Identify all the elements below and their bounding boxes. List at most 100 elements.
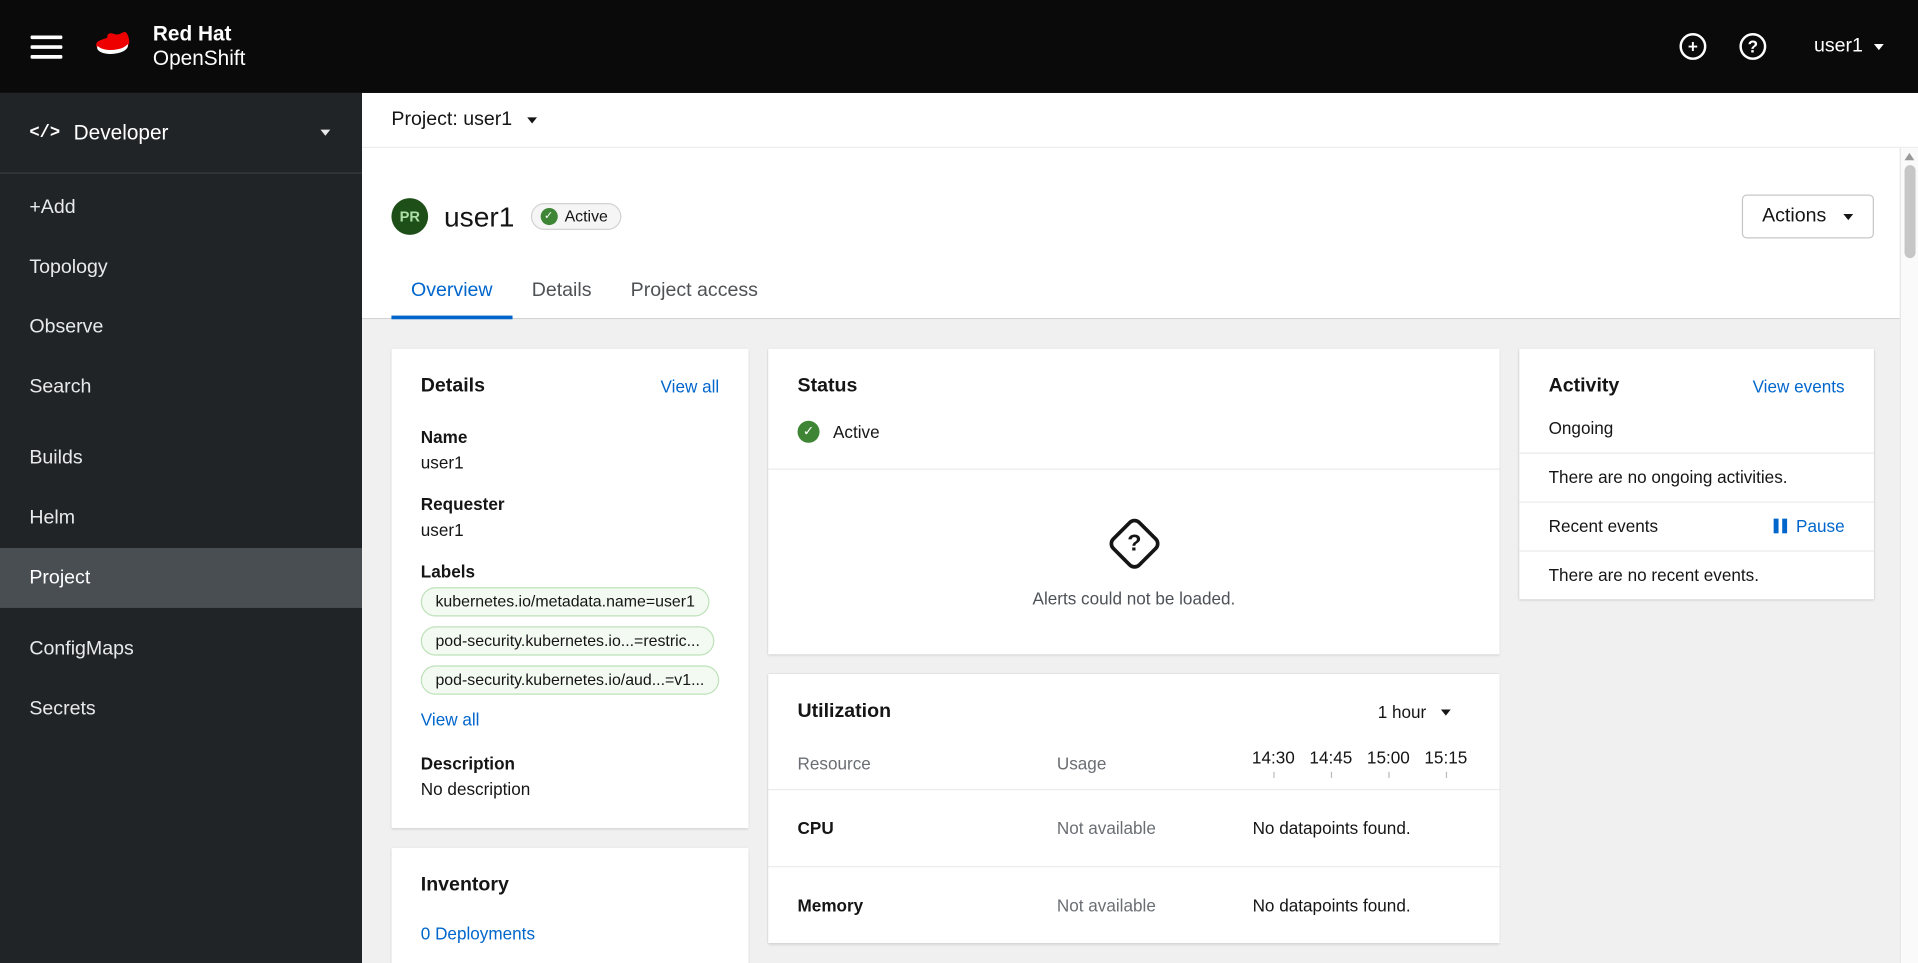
utilization-row-cpu: CPU Not available No datapoints found. (768, 790, 1499, 866)
ongoing-empty-message: There are no ongoing activities. (1548, 467, 1788, 487)
resource-column-header: Resource (797, 752, 871, 773)
status-badge-label: Active (564, 206, 608, 226)
caret-down-icon[interactable] (526, 116, 537, 123)
user-menu[interactable]: user1 (1814, 35, 1884, 57)
tab-label: Project access (630, 280, 758, 301)
masthead-toolbar: + ? user1 (1679, 33, 1884, 60)
main-area: Project: user1 PR user1 ✓ Active Actions (362, 92, 1918, 963)
sidebar-item-search[interactable]: Search (0, 357, 362, 417)
page-header: PR user1 ✓ Active Actions (362, 148, 1918, 239)
left-column: Details View all Name user1 Requester us… (391, 348, 749, 963)
axis-tick (1272, 771, 1274, 778)
label-pill[interactable]: kubernetes.io/metadata.name=user1 (420, 587, 710, 617)
right-column: Activity View events Ongoing There are n… (1519, 348, 1874, 600)
pause-button[interactable]: Pause (1774, 516, 1845, 536)
tab-bar: Overview Details Project access (362, 264, 1918, 320)
nav-toggle-button[interactable] (30, 34, 63, 59)
sidebar-item-label: Search (29, 376, 92, 397)
project-status-row: ✓ Active (768, 398, 1499, 469)
project-resource-badge: PR (391, 198, 429, 235)
masthead: Red Hat OpenShift + ? user1 (0, 0, 1918, 93)
label-pill[interactable]: pod-security.kubernetes.io/aud...=v1... (420, 665, 720, 695)
utilization-card-title: Utilization (797, 700, 892, 722)
tab-overview[interactable]: Overview (391, 264, 512, 320)
sidebar-item-label: +Add (29, 196, 76, 218)
sidebar-item-label: Project (29, 566, 91, 588)
deployments-link[interactable]: 0 Deployments (421, 924, 535, 944)
sidebar-item-configmaps[interactable]: ConfigMaps (0, 619, 362, 679)
sidebar-item-observe[interactable]: Observe (0, 297, 362, 357)
quick-create-button[interactable]: + (1679, 33, 1707, 60)
check-circle-icon: ✓ (540, 207, 558, 225)
perspective-label: Developer (73, 120, 169, 144)
perspective-switcher[interactable]: </> Developer (0, 93, 363, 174)
resource-datapoints: No datapoints found. (1252, 895, 1411, 915)
openshift-console: Red Hat OpenShift + ? user1 </> Develope… (0, 0, 1918, 963)
label-pill[interactable]: pod-security.kubernetes.io...=restric... (420, 626, 715, 656)
resource-usage: Not available (1056, 818, 1156, 838)
details-view-all-link[interactable]: View all (661, 377, 720, 397)
tab-project-access[interactable]: Project access (611, 264, 777, 318)
requester-field: Requester user1 (421, 494, 719, 539)
caret-down-icon (1873, 43, 1884, 50)
scrollbar-thumb[interactable] (1904, 165, 1916, 259)
caret-down-icon (1843, 213, 1854, 220)
hamburger-icon (30, 44, 63, 49)
actions-label: Actions (1762, 205, 1827, 227)
axis-tick (1387, 771, 1389, 778)
alerts-empty-state: ? Alerts could not be loaded. (768, 470, 1499, 655)
scrollbar[interactable] (1899, 148, 1918, 963)
sidebar-item-helm[interactable]: Helm (0, 488, 362, 548)
resource-usage: Not available (1056, 895, 1156, 915)
view-events-link[interactable]: View events (1753, 377, 1845, 397)
sidebar-item-topology[interactable]: Topology (0, 237, 362, 297)
utilization-row-memory: Memory Not available No datapoints found… (768, 867, 1499, 943)
ongoing-section-title: Ongoing (1548, 418, 1614, 438)
sidebar-item-builds[interactable]: Builds (0, 428, 362, 488)
description-field: Description No description (421, 753, 719, 798)
brand-text: Red Hat OpenShift (153, 23, 245, 71)
duration-dropdown[interactable]: 1 hour (1378, 702, 1451, 722)
name-label: Name (420, 426, 468, 447)
resource-name: CPU (797, 818, 834, 838)
caret-down-icon (1440, 708, 1451, 715)
hamburger-icon (30, 54, 63, 59)
tab-details[interactable]: Details (512, 264, 611, 318)
details-card: Details View all Name user1 Requester us… (391, 348, 749, 829)
project-bar: Project: user1 (362, 92, 1918, 147)
activity-card: Activity View events Ongoing There are n… (1519, 348, 1874, 600)
page-title: user1 (444, 199, 515, 232)
pause-label: Pause (1796, 516, 1845, 536)
question-circle-icon: ? (1747, 36, 1759, 57)
help-button[interactable]: ? (1739, 33, 1767, 60)
redhat-fedora-icon (96, 31, 130, 54)
activity-card-title: Activity (1548, 375, 1620, 397)
time-axis-label: 14:45 (1309, 747, 1352, 778)
sidebar-item-label: Secrets (29, 697, 96, 719)
tab-label: Details (531, 280, 592, 301)
inventory-card-title: Inventory (420, 874, 509, 896)
unknown-question-icon: ? (1105, 515, 1163, 573)
name-value: user1 (420, 452, 464, 473)
sidebar-item-add[interactable]: +Add (0, 177, 362, 237)
name-field: Name user1 (421, 427, 719, 472)
requester-value: user1 (420, 519, 464, 540)
project-selector[interactable]: Project: user1 (391, 109, 512, 131)
scrollbar-up-arrow-icon[interactable] (1904, 152, 1915, 161)
sidebar-item-label: Topology (29, 256, 108, 278)
sidebar-item-secrets[interactable]: Secrets (0, 679, 362, 739)
nav-group: ConfigMaps Secrets (0, 619, 362, 739)
status-card-title: Status (797, 375, 858, 397)
user-menu-label: user1 (1813, 35, 1863, 57)
sidebar-item-label: Observe (29, 316, 104, 337)
sidebar-item-project[interactable]: Project (0, 547, 363, 608)
scroll-area: PR user1 ✓ Active Actions Overview Detai… (362, 146, 1918, 963)
nav-group: Builds Helm Project (0, 428, 363, 608)
tab-label: Overview (410, 280, 493, 301)
actions-dropdown[interactable]: Actions (1741, 194, 1874, 239)
sidebar-item-label: Helm (29, 507, 76, 528)
sidebar-item-label: Builds (29, 447, 83, 468)
labels-field: Labels kubernetes.io/metadata.name=user1… (420, 561, 720, 731)
overview-dashboard: Details View all Name user1 Requester us… (362, 319, 1918, 963)
labels-view-all-link[interactable]: View all (421, 709, 480, 729)
